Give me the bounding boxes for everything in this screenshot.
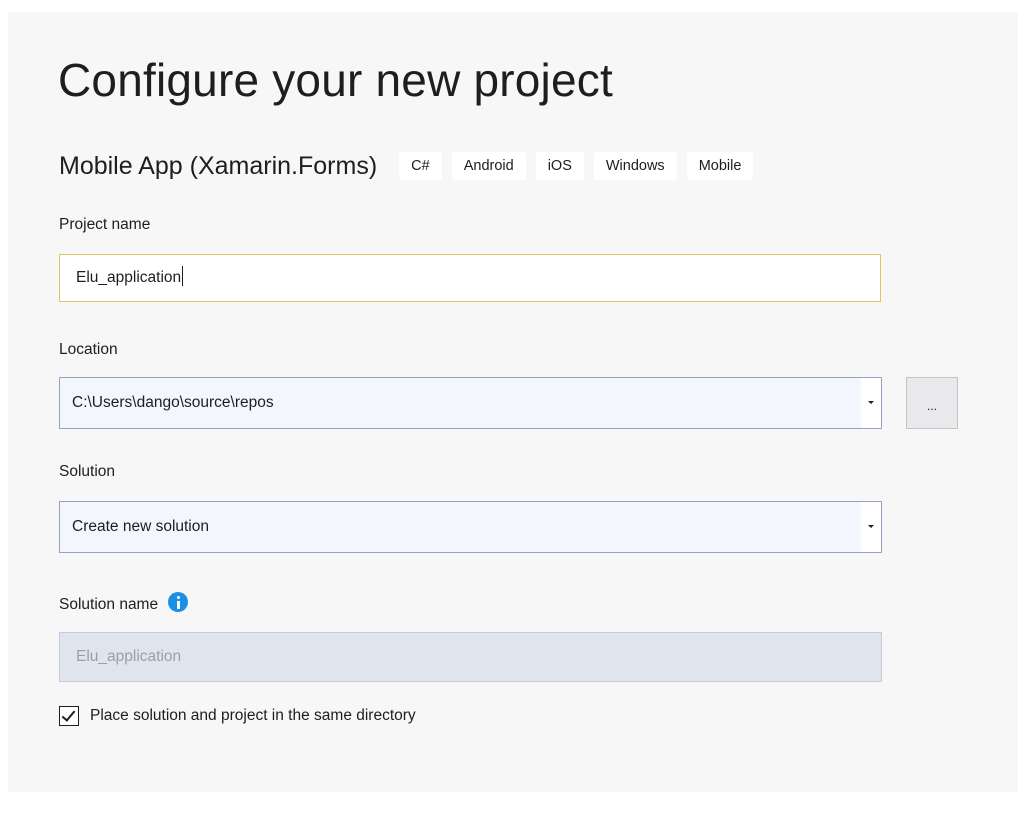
browse-button[interactable]: ... [906, 377, 958, 429]
location-value: C:\Users\dango\source\repos [72, 394, 274, 411]
info-icon[interactable] [168, 592, 189, 612]
location-label: Location [59, 341, 118, 358]
text-caret [182, 266, 184, 287]
project-name-value: Elu_application [76, 269, 182, 286]
solution-label: Solution [59, 463, 116, 480]
same-directory-checkbox[interactable] [59, 706, 79, 726]
solution-name-label: Solution name [59, 596, 159, 613]
solution-name-label-row: Solution name [59, 592, 189, 615]
same-directory-option[interactable]: Place solution and project in the same d… [59, 704, 416, 728]
chevron-down-icon [868, 401, 874, 404]
template-header: Mobile App (Xamarin.Forms) C# Android iO… [59, 152, 763, 180]
tag-csharp: C# [399, 152, 442, 180]
tag-ios: iOS [535, 152, 584, 180]
template-name: Mobile App (Xamarin.Forms) [59, 151, 378, 180]
solution-value: Create new solution [72, 518, 209, 535]
project-name-label: Project name [59, 216, 151, 233]
same-directory-label[interactable]: Place solution and project in the same d… [90, 707, 416, 725]
page-title: Configure your new project [58, 54, 613, 106]
location-combobox[interactable]: C:\Users\dango\source\repos [59, 377, 882, 429]
solution-dropdown-button[interactable] [861, 502, 881, 552]
configure-project-panel: Configure your new project Mobile App (X… [8, 12, 1018, 792]
tag-windows: Windows [593, 152, 677, 180]
tag-mobile: Mobile [686, 152, 754, 180]
project-name-input[interactable]: Elu_application [59, 254, 881, 302]
chevron-down-icon [868, 525, 874, 528]
tag-android: Android [451, 152, 526, 180]
solution-name-input: Elu_application [59, 632, 882, 682]
solution-combobox[interactable]: Create new solution [59, 501, 882, 553]
location-dropdown-button[interactable] [861, 378, 881, 428]
checkmark-icon [61, 707, 76, 722]
